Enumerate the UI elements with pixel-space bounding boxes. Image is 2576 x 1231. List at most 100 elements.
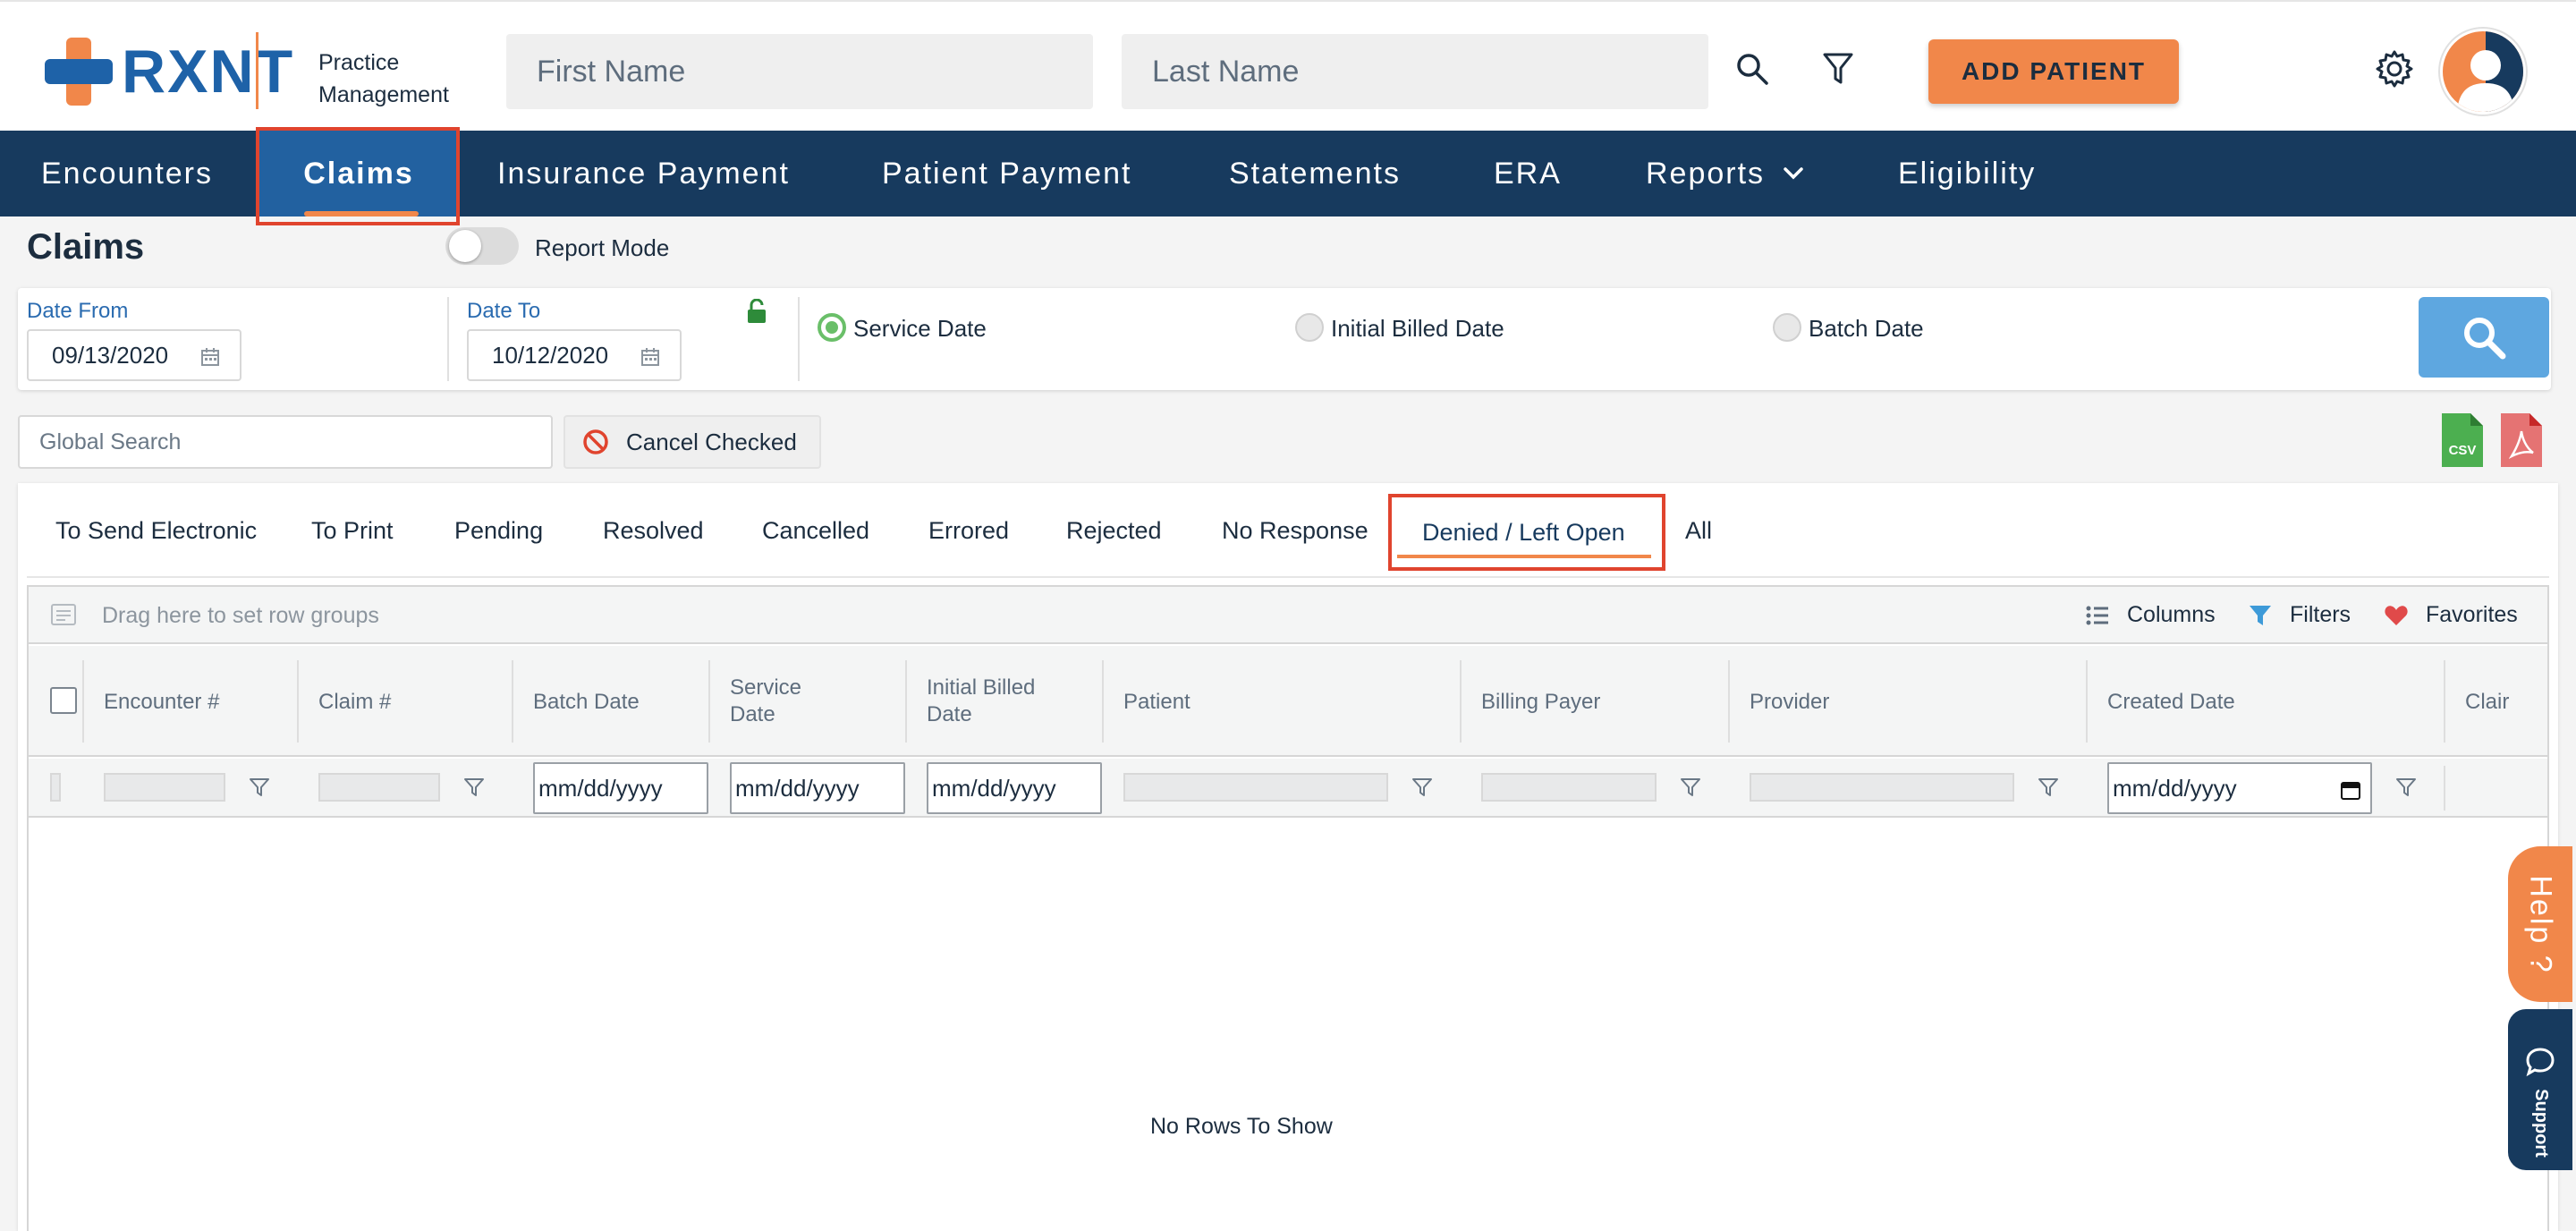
date-search-button[interactable] [2419,297,2549,378]
filter-patient-input[interactable] [1123,773,1388,802]
select-all-checkbox[interactable] [50,687,77,714]
col-header-initial-billed-line2: Date [927,702,972,726]
help-label: Help ? [2523,874,2558,974]
search-icon[interactable] [1730,47,1775,91]
filter-provider-input[interactable] [1750,773,2014,802]
nav-encounters[interactable]: Encounters [41,131,213,216]
filter-batch-date-input[interactable]: mm/dd/yyyy [533,762,708,814]
filter-icon[interactable] [463,777,485,798]
radio-initial-billed-date[interactable] [1295,313,1324,342]
filter-icon[interactable] [1680,777,1701,798]
grid-filter-row: mm/dd/yyyy mm/dd/yyyy mm/dd/yyyy mm/dd/y… [29,759,2547,818]
calendar-icon [641,348,659,366]
first-name-input[interactable] [506,34,1093,109]
filter-icon[interactable] [1411,777,1433,798]
filter-encounter-input[interactable] [104,773,225,802]
col-header-created-date[interactable]: Created Date [2107,689,2235,716]
highlight-box-denied-tab [1388,494,1665,571]
filter-created-date-input[interactable]: mm/dd/yyyy [2107,762,2372,814]
unlock-icon[interactable] [746,298,767,328]
filter-claim-input[interactable] [318,773,440,802]
global-search-input[interactable] [18,415,553,469]
filter-icon[interactable] [249,777,270,798]
tab-errored[interactable]: Errored [928,517,1009,545]
filters-button[interactable]: Filters [2249,602,2351,628]
col-separator [1728,660,1730,743]
heart-icon [2385,605,2408,625]
gear-icon[interactable] [2370,45,2419,93]
row-group-bar[interactable]: Drag here to set row groups Columns Filt… [29,587,2547,644]
filter-initial-billed-date-input[interactable]: mm/dd/yyyy [927,762,1102,814]
col-header-service-date[interactable]: Service Date [730,675,801,728]
col-header-patient[interactable]: Patient [1123,689,1191,716]
list-icon [2086,606,2108,624]
col-header-batch-date[interactable]: Batch Date [533,689,640,716]
col-header-claim[interactable]: Claim # [318,689,391,716]
filter-icon[interactable] [2038,777,2059,798]
col-header-claim-status[interactable]: Clair [2465,689,2509,716]
date-from-value: 09/13/2020 [52,341,169,369]
tab-cancelled[interactable]: Cancelled [762,517,869,545]
filter-created-date-placeholder: mm/dd/yyyy [2113,774,2237,802]
col-header-provider[interactable]: Provider [1750,689,1829,716]
nav-patient-payment[interactable]: Patient Payment [882,131,1131,216]
filter-icon[interactable] [2395,777,2417,798]
tab-to-send-electronic[interactable]: To Send Electronic [55,517,257,545]
filter-cell-checkbox-col [50,773,61,802]
favorites-button[interactable]: Favorites [2385,602,2518,628]
help-tab[interactable]: Help ? [2508,846,2572,1002]
search-icon [2464,318,2506,360]
date-to-label: Date To [467,299,541,323]
chat-bubble-icon [2526,1047,2555,1076]
radio-service-date-label: Service Date [853,315,987,342]
svg-text:CSV: CSV [2449,443,2477,458]
cancel-checked-button[interactable]: Cancel Checked [564,415,821,469]
col-header-encounter[interactable]: Encounter # [104,689,219,716]
tab-all[interactable]: All [1685,517,1712,545]
nav-era[interactable]: ERA [1494,131,1562,216]
field-divider [798,297,800,381]
tab-no-response[interactable]: No Response [1222,517,1368,545]
nav-insurance-payment[interactable]: Insurance Payment [497,131,790,216]
nav-statements[interactable]: Statements [1229,131,1401,216]
date-to-value: 10/12/2020 [492,341,609,369]
last-name-input[interactable] [1122,34,1708,109]
calendar-icon[interactable] [2340,779,2361,801]
date-from-field[interactable]: 09/13/2020 [27,329,242,381]
user-avatar[interactable] [2440,29,2526,115]
col-separator [2444,660,2445,743]
logo-text: RXNT [122,38,295,106]
add-patient-button[interactable]: ADD PATIENT [1928,39,2179,104]
report-mode-label: Report Mode [535,234,670,261]
tab-pending[interactable]: Pending [454,517,543,545]
filter-service-date-input[interactable]: mm/dd/yyyy [730,762,905,814]
empty-grid-message: No Rows To Show [1150,1114,1333,1139]
tab-resolved[interactable]: Resolved [603,517,704,545]
grid-header-row: Encounter # Claim # Batch Date Service D… [29,646,2547,757]
nav-reports[interactable]: Reports [1646,131,1804,216]
columns-button[interactable]: Columns [2086,602,2216,628]
top-bar: RXNT Practice Management ADD PATIENT [0,0,2576,131]
tab-to-print[interactable]: To Print [311,517,394,545]
col-header-initial-billed-date[interactable]: Initial Billed Date [927,675,1035,728]
report-mode-toggle[interactable] [445,227,519,265]
date-to-field[interactable]: 10/12/2020 [467,329,682,381]
radio-service-date[interactable] [818,313,846,342]
filter-billing-payer-input[interactable] [1481,773,1657,802]
logo-subtitle: Practice Management [318,47,449,111]
filters-label: Filters [2290,602,2351,627]
col-separator [512,660,513,743]
csv-export-icon[interactable]: CSV [2442,413,2483,471]
calendar-icon [201,348,219,366]
chevron-down-icon [1784,167,1803,180]
support-tab[interactable]: Support [2508,1009,2572,1170]
support-label: Support [2530,1088,2551,1158]
pdf-export-icon[interactable] [2501,413,2542,471]
radio-batch-date[interactable] [1773,313,1801,342]
nav-eligibility[interactable]: Eligibility [1898,131,2036,216]
tab-rejected[interactable]: Rejected [1066,517,1162,545]
col-separator [1460,660,1462,743]
filter-icon[interactable] [1816,47,1860,91]
col-header-billing-payer[interactable]: Billing Payer [1481,689,1600,716]
date-filter-panel [18,288,2551,390]
